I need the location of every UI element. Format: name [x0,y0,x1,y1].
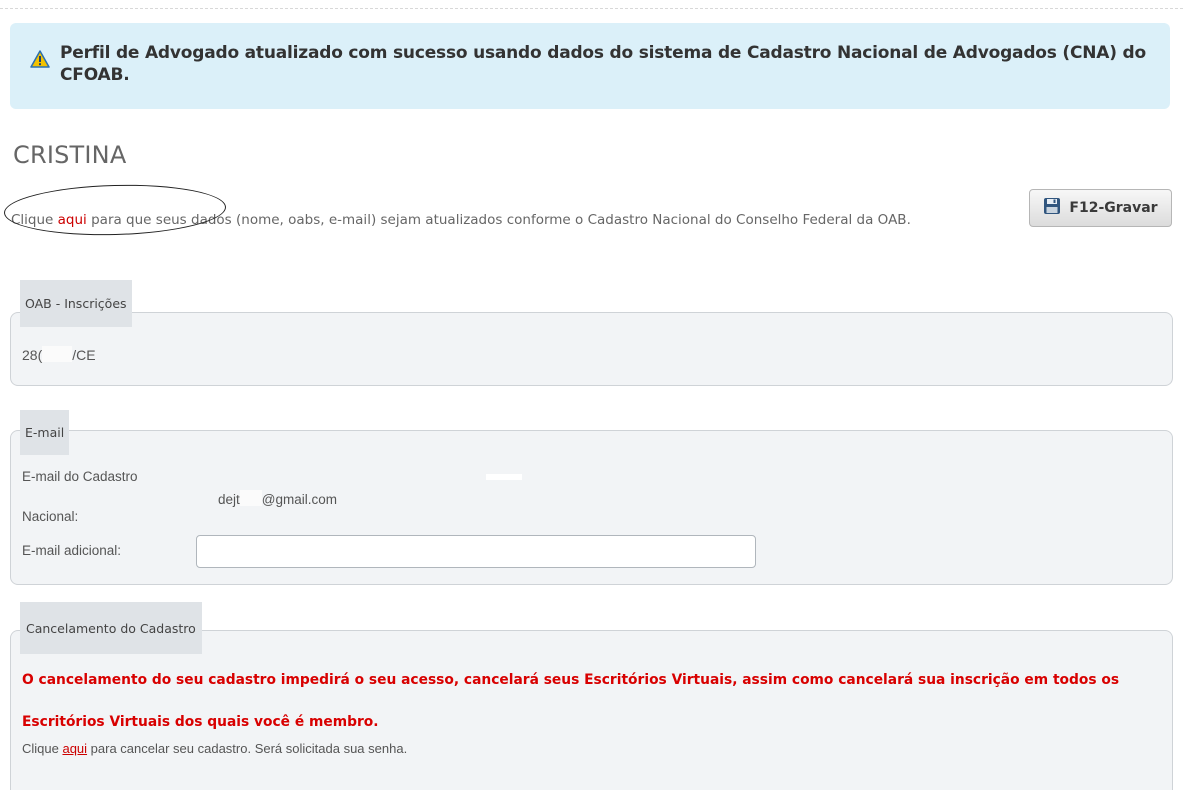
cancellation-legend: Cancelamento do Cadastro [20,602,202,654]
oab-number-start: 28( [22,347,43,363]
cancel-instructions: Clique aqui para cancelar seu cadastro. … [22,741,407,756]
additional-email-input[interactable] [196,535,756,568]
cancel-text-start: Clique [22,741,63,756]
update-instructions: Clique aqui para que seus dados (nome, o… [11,201,1016,239]
top-divider [0,8,1183,9]
redacted-area [239,490,262,506]
alert-message: Perfil de Advogado atualizado com sucess… [60,43,1146,85]
email-legend: E-mail [20,410,70,455]
national-email-value: dejt @gmail.com [218,490,337,507]
oab-registrations-panel [10,312,1173,386]
floppy-disk-icon [1043,197,1061,219]
success-alert: Perfil de Advogado atualizado com sucess… [10,23,1170,109]
redaction-mark [486,474,522,480]
cancel-text-end: para cancelar seu cadastro. Será solicit… [87,741,408,756]
oab-registration-number: 28( /CE [22,346,96,363]
redacted-area [42,346,73,362]
additional-email-label: E-mail adicional: [22,543,122,558]
national-email-label-line2: Nacional: [22,509,79,524]
oab-legend: OAB - Inscrições [20,280,132,327]
cancel-registration-link[interactable]: aqui [62,741,87,756]
update-data-link[interactable]: aqui [58,212,87,228]
national-email-label-line1: E-mail do Cadastro [22,469,138,484]
save-button-label: F12-Gravar [1069,200,1158,216]
email-start: dejt [218,492,240,507]
cancellation-warning: O cancelamento do seu cadastro impedirá … [22,672,1120,730]
save-button[interactable]: F12-Gravar [1029,189,1172,227]
oab-number-end: /CE [72,347,96,363]
intro-text-end: para que seus dados (nome, oabs, e-mail)… [86,212,911,228]
email-end: @gmail.com [261,492,338,507]
intro-text-start: Clique [11,212,58,228]
page-title: CRISTINA [13,141,127,169]
warning-triangle-icon [30,50,50,68]
